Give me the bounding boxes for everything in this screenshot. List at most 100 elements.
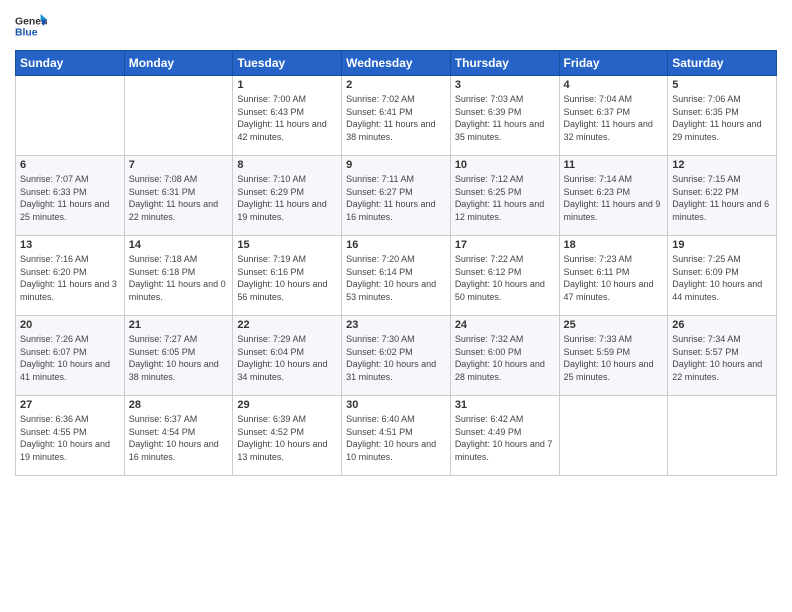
calendar-cell: 19 Sunrise: 7:25 AMSunset: 6:09 PMDayligh…	[668, 236, 777, 316]
day-number: 21	[129, 319, 229, 331]
day-number: 3	[455, 79, 555, 91]
calendar-cell: 18 Sunrise: 7:23 AMSunset: 6:11 PMDayligh…	[559, 236, 668, 316]
day-number: 4	[564, 79, 664, 91]
calendar-cell: 25 Sunrise: 7:33 AMSunset: 5:59 PMDayligh…	[559, 316, 668, 396]
day-info: Sunrise: 7:29 AMSunset: 6:04 PMDaylight:…	[237, 333, 337, 383]
logo-icon: General Blue	[15, 10, 47, 42]
day-info: Sunrise: 7:11 AMSunset: 6:27 PMDaylight:…	[346, 173, 446, 223]
day-number: 10	[455, 159, 555, 171]
day-number: 1	[237, 79, 337, 91]
day-number: 18	[564, 239, 664, 251]
calendar-cell	[559, 396, 668, 476]
day-number: 26	[672, 319, 772, 331]
day-info: Sunrise: 7:23 AMSunset: 6:11 PMDaylight:…	[564, 253, 664, 303]
calendar-week-row: 1 Sunrise: 7:00 AMSunset: 6:43 PMDaylight…	[16, 76, 777, 156]
day-number: 16	[346, 239, 446, 251]
calendar-cell: 2 Sunrise: 7:02 AMSunset: 6:41 PMDaylight…	[342, 76, 451, 156]
day-header-monday: Monday	[124, 51, 233, 76]
calendar-week-row: 6Sunrise: 7:07 AMSunset: 6:33 PMDaylight…	[16, 156, 777, 236]
day-number: 20	[20, 319, 120, 331]
day-number: 22	[237, 319, 337, 331]
calendar-cell: 20 Sunrise: 7:26 AMSunset: 6:07 PMDayligh…	[16, 316, 125, 396]
calendar-week-row: 27 Sunrise: 6:36 AMSunset: 4:55 PMDayligh…	[16, 396, 777, 476]
day-number: 8	[237, 159, 337, 171]
day-header-tuesday: Tuesday	[233, 51, 342, 76]
day-number: 25	[564, 319, 664, 331]
day-info: Sunrise: 7:18 AMSunset: 6:18 PMDaylight:…	[129, 253, 229, 303]
calendar-cell: 11 Sunrise: 7:14 AMSunset: 6:23 PMDayligh…	[559, 156, 668, 236]
day-number: 7	[129, 159, 229, 171]
day-info: Sunrise: 7:00 AMSunset: 6:43 PMDaylight:…	[237, 93, 337, 143]
day-info: Sunrise: 7:03 AMSunset: 6:39 PMDaylight:…	[455, 93, 555, 143]
calendar-cell: 1 Sunrise: 7:00 AMSunset: 6:43 PMDaylight…	[233, 76, 342, 156]
calendar-cell: 6Sunrise: 7:07 AMSunset: 6:33 PMDaylight…	[16, 156, 125, 236]
day-info: Sunrise: 7:14 AMSunset: 6:23 PMDaylight:…	[564, 173, 664, 223]
calendar-cell: 12Sunrise: 7:15 AMSunset: 6:22 PMDayligh…	[668, 156, 777, 236]
calendar-week-row: 13 Sunrise: 7:16 AMSunset: 6:20 PMDayligh…	[16, 236, 777, 316]
calendar-cell: 13 Sunrise: 7:16 AMSunset: 6:20 PMDayligh…	[16, 236, 125, 316]
day-info: Sunrise: 7:25 AMSunset: 6:09 PMDaylight:…	[672, 253, 772, 303]
calendar-cell: 28Sunrise: 6:37 AMSunset: 4:54 PMDayligh…	[124, 396, 233, 476]
calendar-cell: 5 Sunrise: 7:06 AMSunset: 6:35 PMDaylight…	[668, 76, 777, 156]
calendar-cell: 17 Sunrise: 7:22 AMSunset: 6:12 PMDayligh…	[450, 236, 559, 316]
day-info: Sunrise: 7:08 AMSunset: 6:31 PMDaylight:…	[129, 173, 229, 223]
day-number: 2	[346, 79, 446, 91]
calendar-week-row: 20 Sunrise: 7:26 AMSunset: 6:07 PMDayligh…	[16, 316, 777, 396]
calendar-cell: 8Sunrise: 7:10 AMSunset: 6:29 PMDaylight…	[233, 156, 342, 236]
day-number: 30	[346, 399, 446, 411]
day-info: Sunrise: 7:06 AMSunset: 6:35 PMDaylight:…	[672, 93, 772, 143]
calendar-cell: 23 Sunrise: 7:30 AMSunset: 6:02 PMDayligh…	[342, 316, 451, 396]
page-container: General Blue SundayMondayTuesdayWednesda…	[0, 0, 792, 486]
day-info: Sunrise: 7:34 AMSunset: 5:57 PMDaylight:…	[672, 333, 772, 383]
day-info: Sunrise: 7:26 AMSunset: 6:07 PMDaylight:…	[20, 333, 120, 383]
day-header-wednesday: Wednesday	[342, 51, 451, 76]
day-number: 29	[237, 399, 337, 411]
day-info: Sunrise: 7:22 AMSunset: 6:12 PMDaylight:…	[455, 253, 555, 303]
calendar-cell: 14 Sunrise: 7:18 AMSunset: 6:18 PMDayligh…	[124, 236, 233, 316]
day-number: 28	[129, 399, 229, 411]
calendar-cell	[668, 396, 777, 476]
calendar-cell: 22 Sunrise: 7:29 AMSunset: 6:04 PMDayligh…	[233, 316, 342, 396]
day-info: Sunrise: 7:27 AMSunset: 6:05 PMDaylight:…	[129, 333, 229, 383]
day-info: Sunrise: 7:20 AMSunset: 6:14 PMDaylight:…	[346, 253, 446, 303]
calendar-cell: 27 Sunrise: 6:36 AMSunset: 4:55 PMDayligh…	[16, 396, 125, 476]
day-number: 23	[346, 319, 446, 331]
day-header-saturday: Saturday	[668, 51, 777, 76]
calendar-cell: 31Sunrise: 6:42 AMSunset: 4:49 PMDayligh…	[450, 396, 559, 476]
day-number: 15	[237, 239, 337, 251]
day-number: 11	[564, 159, 664, 171]
day-number: 9	[346, 159, 446, 171]
day-number: 12	[672, 159, 772, 171]
calendar-cell	[16, 76, 125, 156]
day-header-thursday: Thursday	[450, 51, 559, 76]
day-number: 14	[129, 239, 229, 251]
calendar-cell: 26 Sunrise: 7:34 AMSunset: 5:57 PMDayligh…	[668, 316, 777, 396]
day-info: Sunrise: 7:33 AMSunset: 5:59 PMDaylight:…	[564, 333, 664, 383]
day-info: Sunrise: 7:32 AMSunset: 6:00 PMDaylight:…	[455, 333, 555, 383]
day-info: Sunrise: 6:36 AMSunset: 4:55 PMDaylight:…	[20, 413, 120, 463]
calendar-cell: 15 Sunrise: 7:19 AMSunset: 6:16 PMDayligh…	[233, 236, 342, 316]
day-info: Sunrise: 7:30 AMSunset: 6:02 PMDaylight:…	[346, 333, 446, 383]
page-header: General Blue	[15, 10, 777, 42]
calendar-cell: 16 Sunrise: 7:20 AMSunset: 6:14 PMDayligh…	[342, 236, 451, 316]
day-info: Sunrise: 6:40 AMSunset: 4:51 PMDaylight:…	[346, 413, 446, 463]
calendar-cell: 7 Sunrise: 7:08 AMSunset: 6:31 PMDaylight…	[124, 156, 233, 236]
calendar-cell: 30 Sunrise: 6:40 AMSunset: 4:51 PMDayligh…	[342, 396, 451, 476]
day-number: 5	[672, 79, 772, 91]
calendar-cell: 24 Sunrise: 7:32 AMSunset: 6:00 PMDayligh…	[450, 316, 559, 396]
day-info: Sunrise: 7:12 AMSunset: 6:25 PMDaylight:…	[455, 173, 555, 223]
day-info: Sunrise: 7:04 AMSunset: 6:37 PMDaylight:…	[564, 93, 664, 143]
day-header-sunday: Sunday	[16, 51, 125, 76]
day-number: 13	[20, 239, 120, 251]
calendar-cell: 29Sunrise: 6:39 AMSunset: 4:52 PMDayligh…	[233, 396, 342, 476]
day-number: 27	[20, 399, 120, 411]
day-info: Sunrise: 7:16 AMSunset: 6:20 PMDaylight:…	[20, 253, 120, 303]
day-info: Sunrise: 7:19 AMSunset: 6:16 PMDaylight:…	[237, 253, 337, 303]
day-number: 17	[455, 239, 555, 251]
day-number: 24	[455, 319, 555, 331]
calendar-cell: 21 Sunrise: 7:27 AMSunset: 6:05 PMDayligh…	[124, 316, 233, 396]
calendar-cell: 10 Sunrise: 7:12 AMSunset: 6:25 PMDayligh…	[450, 156, 559, 236]
day-number: 19	[672, 239, 772, 251]
calendar-cell	[124, 76, 233, 156]
day-info: Sunrise: 7:02 AMSunset: 6:41 PMDaylight:…	[346, 93, 446, 143]
